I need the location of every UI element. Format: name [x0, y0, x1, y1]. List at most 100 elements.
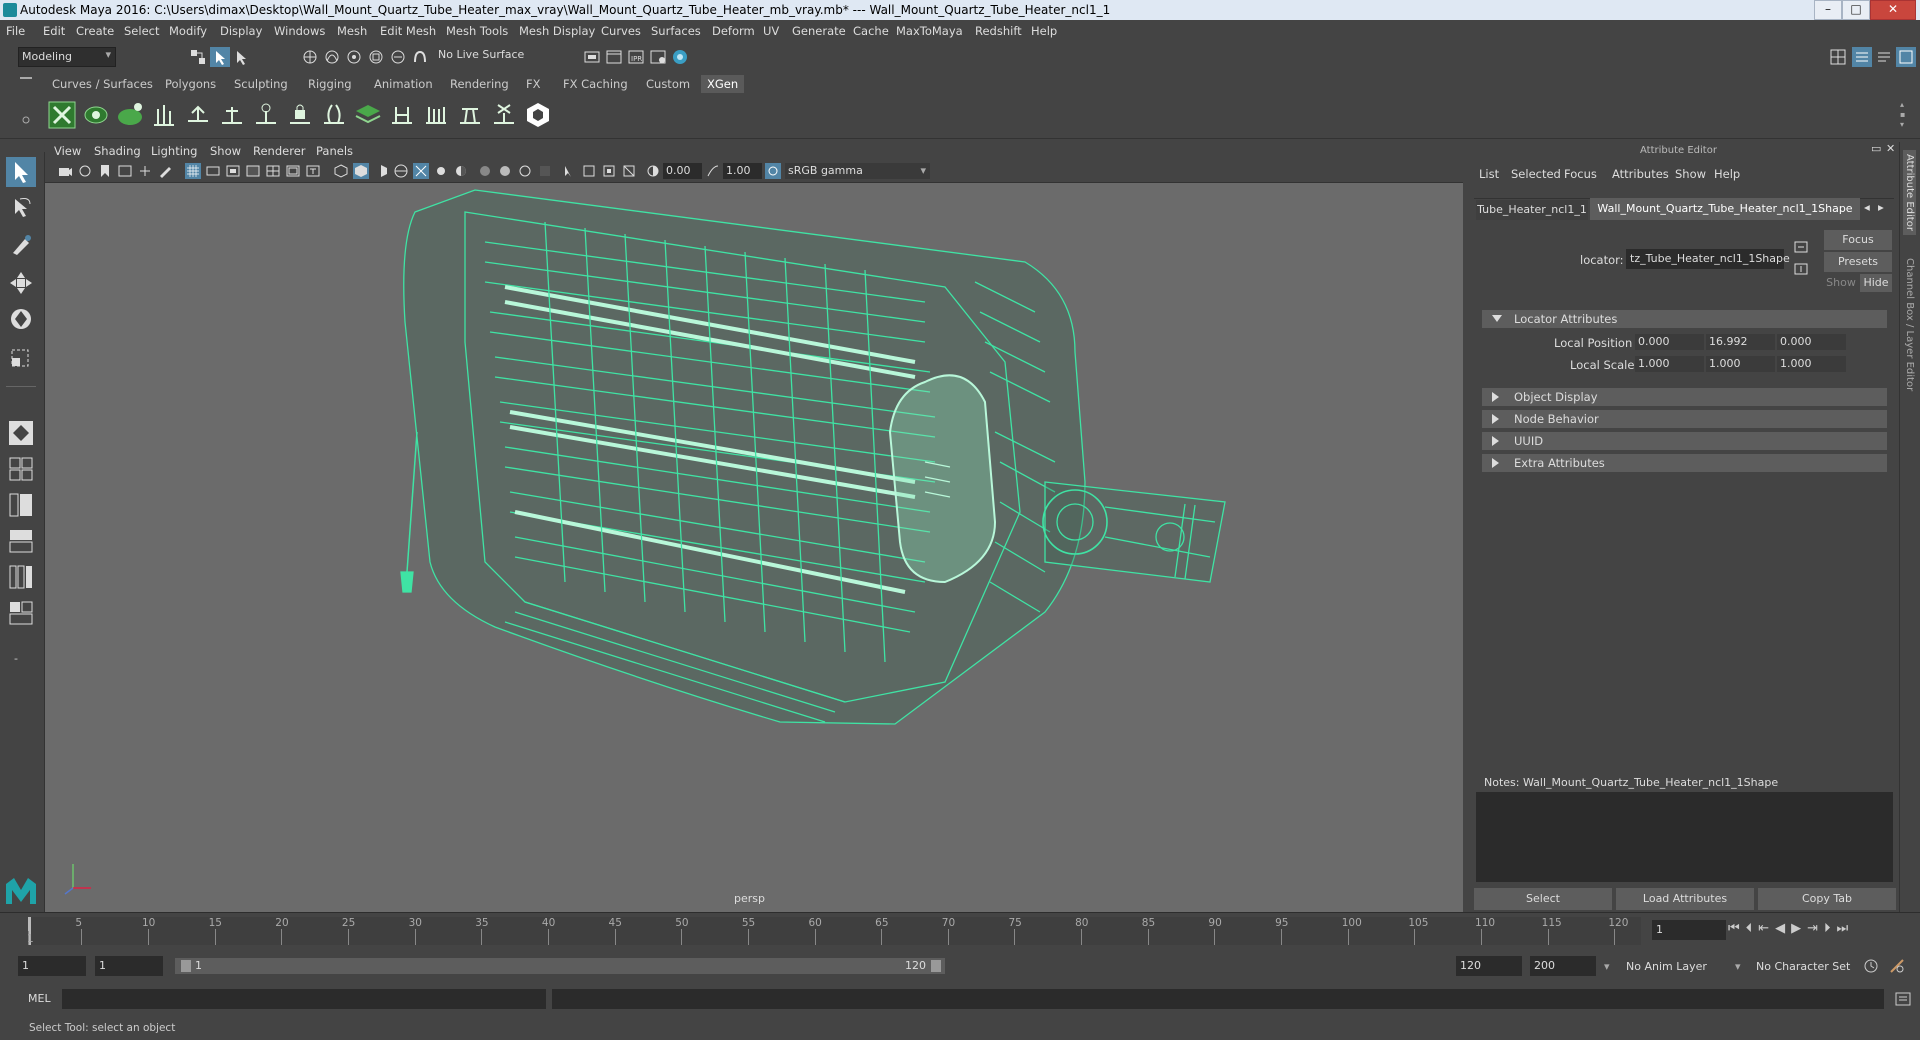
viewport-menu-lighting[interactable]: Lighting: [151, 144, 197, 158]
load-attributes-button[interactable]: Load Attributes: [1616, 888, 1754, 910]
output-connections-icon[interactable]: [1793, 262, 1809, 276]
four-view-layout-icon[interactable]: [6, 454, 36, 484]
magnet-icon[interactable]: [410, 47, 430, 67]
menu-item-edit[interactable]: Edit: [43, 24, 65, 38]
view-transform-dropdown[interactable]: sRGB gamma ▾: [785, 163, 930, 179]
hypershade-icon[interactable]: [670, 47, 690, 67]
gamma-field[interactable]: 1.00: [723, 163, 762, 179]
range-end-handle[interactable]: [931, 960, 941, 972]
script-language-toggle[interactable]: MEL: [28, 992, 51, 1005]
play-backward-icon[interactable]: ◀: [1775, 921, 1791, 936]
anti-aliasing-icon[interactable]: [517, 163, 533, 179]
xray-icon[interactable]: [413, 163, 429, 179]
viewport-menu-shading[interactable]: Shading: [94, 144, 141, 158]
attr-menu-attributes[interactable]: Attributes: [1612, 167, 1669, 181]
focus-button[interactable]: Focus: [1824, 230, 1892, 250]
time-slider[interactable]: 1 5 10 15 20 25 30 35 40 45 50 55 60 65 70 75 80 85 90 95 10…: [0, 912, 1920, 949]
shelf-options-icon[interactable]: [20, 114, 32, 126]
time-slider-track[interactable]: 1 5 10 15 20 25 30 35 40 45 50 55 60 65 70 75 80 85 90 95 10…: [27, 917, 1641, 945]
rotate-tool-icon[interactable]: [6, 304, 36, 334]
section-extra-attributes[interactable]: Extra Attributes: [1482, 454, 1887, 472]
snap-curve-icon[interactable]: [322, 47, 342, 67]
local-position-z-field[interactable]: 0.000: [1777, 334, 1846, 350]
shelf-tab-rigging[interactable]: Rigging: [302, 75, 358, 93]
tab-prev-arrow-icon[interactable]: ◂: [1864, 200, 1870, 214]
float-panel-icon[interactable]: ▭: [1871, 142, 1881, 155]
menu-item-edit-mesh[interactable]: Edit Mesh: [380, 24, 436, 38]
copy-tab-button[interactable]: Copy Tab: [1758, 888, 1896, 910]
render-view-icon[interactable]: [582, 47, 602, 67]
close-panel-icon[interactable]: ✕: [1886, 142, 1895, 155]
2d-pan-zoom-icon[interactable]: [137, 163, 153, 179]
film-gate-icon[interactable]: [205, 163, 221, 179]
xgen-interactive-groom-icon[interactable]: [524, 101, 552, 129]
xgen-preview-icon[interactable]: [82, 101, 110, 129]
menu-item-help[interactable]: Help: [1031, 24, 1057, 38]
hide-button[interactable]: Hide: [1860, 274, 1892, 292]
menu-item-generate[interactable]: Generate: [792, 24, 846, 38]
menu-item-surfaces[interactable]: Surfaces: [651, 24, 701, 38]
grid-toggle-icon[interactable]: [185, 163, 201, 179]
motion-blur-icon[interactable]: [497, 163, 513, 179]
use-all-lights-icon[interactable]: [433, 163, 449, 179]
tab-transform-node[interactable]: Tube_Heater_ncl1_1: [1476, 200, 1588, 220]
presets-button[interactable]: Presets: [1824, 252, 1892, 272]
tab-channel-box[interactable]: Channel Box / Layer Editor: [1903, 254, 1916, 395]
xgen-lock-guide-icon[interactable]: [286, 101, 314, 129]
viewport-menu-renderer[interactable]: Renderer: [253, 144, 306, 158]
wireframe-icon[interactable]: [333, 163, 349, 179]
xgen-editor-icon[interactable]: [48, 101, 76, 129]
safe-action-icon[interactable]: [285, 163, 301, 179]
viewport-menu-panels[interactable]: Panels: [316, 144, 353, 158]
animation-preferences-icon[interactable]: [1888, 957, 1906, 975]
camera-select-icon[interactable]: [57, 163, 73, 179]
menu-item-redshift[interactable]: Redshift: [975, 24, 1022, 38]
play-forward-icon[interactable]: ▶: [1791, 921, 1807, 936]
screen-space-ao-icon[interactable]: [477, 163, 493, 179]
xgen-guides-icon[interactable]: [150, 101, 178, 129]
toolbox-more-icon[interactable]: -: [14, 652, 18, 665]
exposure-field[interactable]: 0.00: [663, 163, 702, 179]
section-uuid[interactable]: UUID: [1482, 432, 1887, 450]
single-perspective-layout-icon[interactable]: [6, 418, 36, 448]
persp-outliner-layout-icon[interactable]: [6, 490, 36, 520]
select-tool-icon[interactable]: [6, 157, 36, 187]
attribute-editor-toggle-icon[interactable]: [1852, 47, 1872, 67]
section-object-display[interactable]: Object Display: [1482, 388, 1887, 406]
character-set-dropdown[interactable]: No Character Set: [1756, 960, 1850, 973]
isolate-select-icon[interactable]: [561, 163, 577, 179]
xray-active-components-icon[interactable]: [601, 163, 617, 179]
gate-mask-icon[interactable]: [245, 163, 261, 179]
lasso-tool-icon[interactable]: [6, 194, 36, 224]
shadows-icon[interactable]: [453, 163, 469, 179]
local-position-x-field[interactable]: 0.000: [1635, 334, 1704, 350]
viewport-menu-show[interactable]: Show: [210, 144, 241, 158]
shelf-tab-curves-surfaces[interactable]: Curves / Surfaces: [46, 75, 159, 93]
select-hierarchy-icon[interactable]: [188, 47, 208, 67]
render-frame-icon[interactable]: [604, 47, 624, 67]
tab-shape-node[interactable]: Wall_Mount_Quartz_Tube_Heater_ncl1_1Shap…: [1590, 198, 1860, 220]
channel-box-icon[interactable]: [1896, 47, 1916, 67]
maximize-button[interactable]: □: [1842, 0, 1870, 20]
menu-item-select[interactable]: Select: [124, 24, 159, 38]
xgen-length-guide-icon[interactable]: [456, 101, 484, 129]
perspective-viewport[interactable]: View Shading Lighting Show Renderer Panels 0.…: [45, 142, 1463, 912]
go-to-start-icon[interactable]: ⏮: [1728, 921, 1746, 936]
xgen-sculpt-guide-icon[interactable]: [218, 101, 246, 129]
menu-item-file[interactable]: File: [6, 24, 25, 38]
xgen-layers-icon[interactable]: [354, 101, 382, 129]
menu-item-display[interactable]: Display: [220, 24, 262, 38]
shelf-tab-polygons[interactable]: Polygons: [159, 75, 222, 93]
range-slider[interactable]: 1 120: [175, 958, 945, 974]
shelf-tab-xgen[interactable]: XGen: [701, 75, 745, 93]
section-node-behavior[interactable]: Node Behavior: [1482, 410, 1887, 428]
locator-name-field[interactable]: tz_Tube_Heater_ncl1_1Shape: [1626, 249, 1790, 269]
shelf-tab-animation[interactable]: Animation: [368, 75, 439, 93]
xgen-bend-guide-icon[interactable]: [320, 101, 348, 129]
hud-toggle-icon[interactable]: [621, 163, 637, 179]
hypershade-layout-icon[interactable]: [6, 562, 36, 592]
shelf-menu-icon[interactable]: [20, 77, 32, 79]
local-position-y-field[interactable]: 16.992: [1706, 334, 1775, 350]
xray-joints-icon[interactable]: [581, 163, 597, 179]
bookmark-icon[interactable]: [97, 163, 113, 179]
